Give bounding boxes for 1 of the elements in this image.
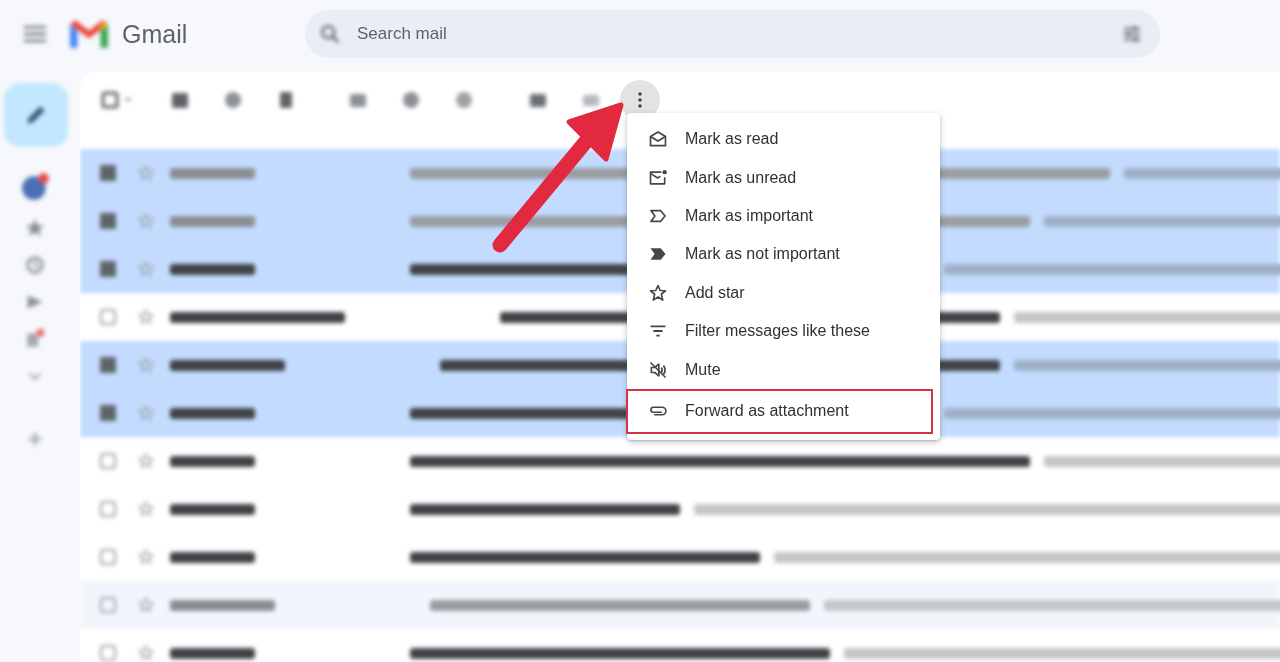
logo-text: Gmail bbox=[122, 19, 188, 49]
